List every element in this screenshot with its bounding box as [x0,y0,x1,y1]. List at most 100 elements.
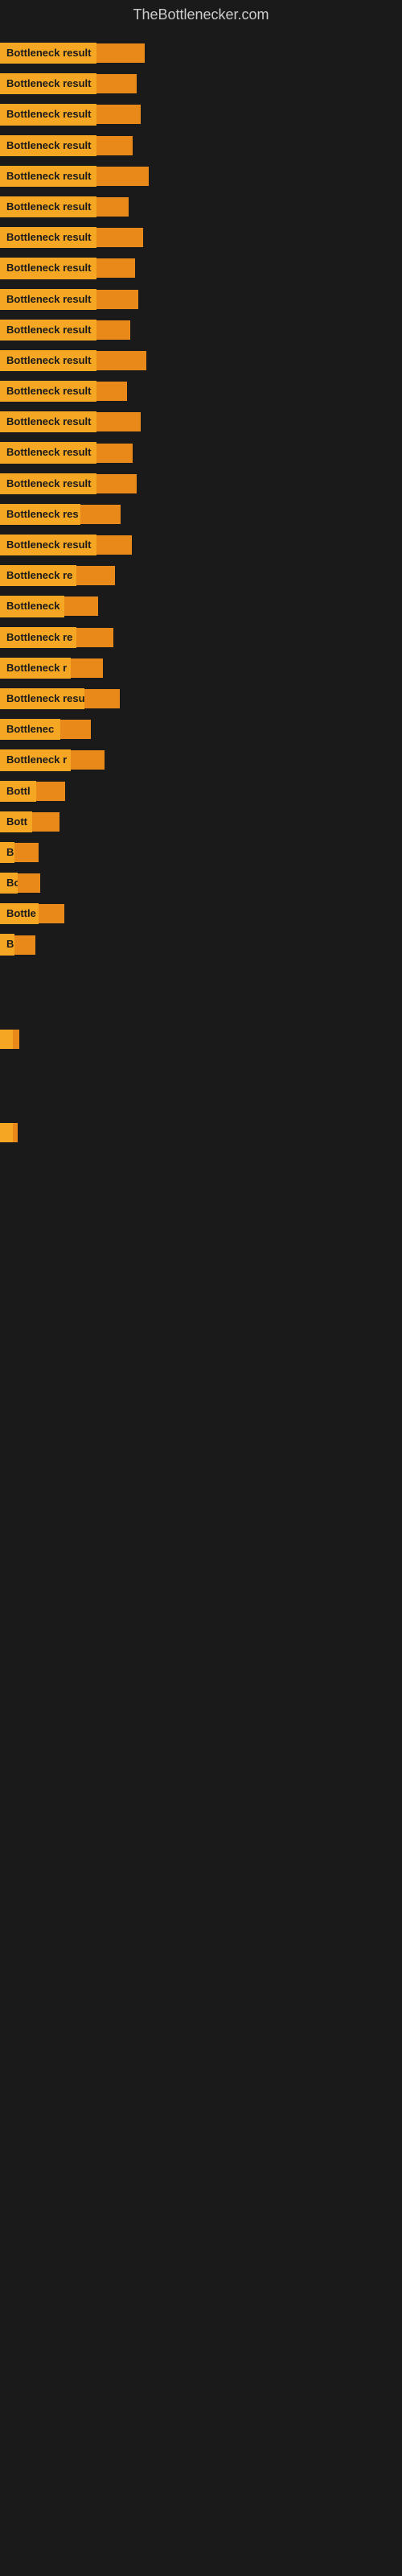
bar-row: Bottl [0,776,402,807]
bar-label: Bottleneck result [0,289,96,310]
bar-row: Bottleneck result [0,130,402,161]
bar-row: Bottleneck result [0,407,402,437]
bar-extension [96,105,141,124]
bar-label: Bottleneck result [0,135,96,156]
bar-label: Bottleneck result [0,350,96,371]
bar-row: Bottleneck result [0,315,402,345]
bar-label: Bottle [0,903,39,924]
bar-extension [76,566,115,585]
bar-label: Bottleneck r [0,658,71,679]
bar-row [0,993,402,1025]
bar-row: B [0,929,402,960]
bar-extension [32,812,59,832]
bar-label: Bottleneck result [0,104,96,125]
bar-row: Bottleneck r [0,745,402,775]
bar-row: Bottleneck result [0,38,402,68]
bar-extension [96,535,132,555]
bar-label: Bottleneck result [0,258,96,279]
bar-label: Bottleneck result [0,381,96,402]
bar-extension [80,505,121,524]
bar-row: Bottleneck result [0,253,402,283]
bar-row: Bottleneck re [0,622,402,653]
bar-label: Bottleneck res [0,504,80,525]
bar-row: Bottleneck result [0,99,402,130]
bar-row: Bottleneck result [0,192,402,222]
bar-extension [96,444,133,463]
bar-row: Bottlenec [0,714,402,745]
bar-label: Bottleneck result [0,442,96,463]
bar-label [0,1030,13,1049]
bar-extension [13,1123,18,1142]
bar-extension [13,1030,19,1049]
bar-row: Bottle [0,898,402,929]
bar-row: Bo [0,868,402,898]
bar-label: Bott [0,811,32,832]
bar-label: Bottleneck re [0,565,76,586]
bar-label: Bottleneck [0,596,64,617]
bar-extension [96,474,137,493]
bar-extension [71,658,103,678]
bar-extension [96,258,135,278]
bar-extension [96,351,146,370]
bar-row: Bott [0,807,402,837]
bar-label: Bottl [0,781,36,802]
bar-extension [96,228,143,247]
bar-extension [96,74,137,93]
bar-extension [18,873,40,893]
bar-label: Bottleneck r [0,749,71,770]
bar-row: Bottleneck result [0,161,402,192]
bar-row: Bottleneck result [0,469,402,499]
bar-row: Bottleneck result [0,284,402,315]
bar-extension [14,935,35,955]
bar-extension [96,320,130,340]
bar-extension [96,167,149,186]
bar-row: Bottleneck res [0,499,402,530]
bar-row: Bottleneck result [0,345,402,376]
bar-row: Bottleneck resu [0,683,402,714]
bar-extension [96,412,141,431]
bar-row [0,1086,402,1118]
bar-label: Bottleneck result [0,43,96,64]
bar-label: Bottlenec [0,719,60,740]
bar-label: Bottleneck result [0,196,96,217]
bar-extension [96,382,127,401]
bar-label: Bottleneck resu [0,688,84,709]
bar-extension [84,689,120,708]
site-title: TheBottlenecker.com [0,0,402,30]
bar-extension [71,750,105,770]
bar-label: Bo [0,873,18,894]
bar-extension [96,197,129,217]
bars-container: Bottleneck result Bottleneck result Bottle… [0,30,402,1155]
bar-extension [39,904,64,923]
bar-label [0,1123,13,1142]
bar-extension [96,136,133,155]
bar-extension [36,782,65,801]
bar-row: Bottleneck r [0,653,402,683]
bar-row: Bottleneck result [0,376,402,407]
bar-label: Bottleneck result [0,411,96,432]
bar-row: B [0,837,402,868]
bar-extension [64,597,98,616]
bar-row [0,1118,402,1147]
bar-label: Bottleneck result [0,73,96,94]
bar-extension [60,720,91,739]
bar-extension [76,628,113,647]
bar-label: Bottleneck result [0,473,96,494]
bar-extension [96,43,145,63]
bar-row: Bottleneck result [0,68,402,99]
bar-label: Bottleneck result [0,320,96,341]
bar-label: Bottleneck result [0,227,96,248]
bar-extension [14,843,39,862]
bar-row: Bottleneck result [0,437,402,468]
bar-row: Bottleneck re [0,560,402,591]
bar-row: Bottleneck result [0,222,402,253]
bar-row: Bottleneck [0,591,402,621]
bar-label: B [0,842,14,863]
bar-row: Bottleneck result [0,530,402,560]
bar-label: Bottleneck result [0,535,96,555]
bar-label: Bottleneck result [0,166,96,187]
bar-label: Bottleneck re [0,627,76,648]
bar-row [0,1054,402,1086]
bar-label: B [0,934,14,955]
bar-row [0,1025,402,1054]
